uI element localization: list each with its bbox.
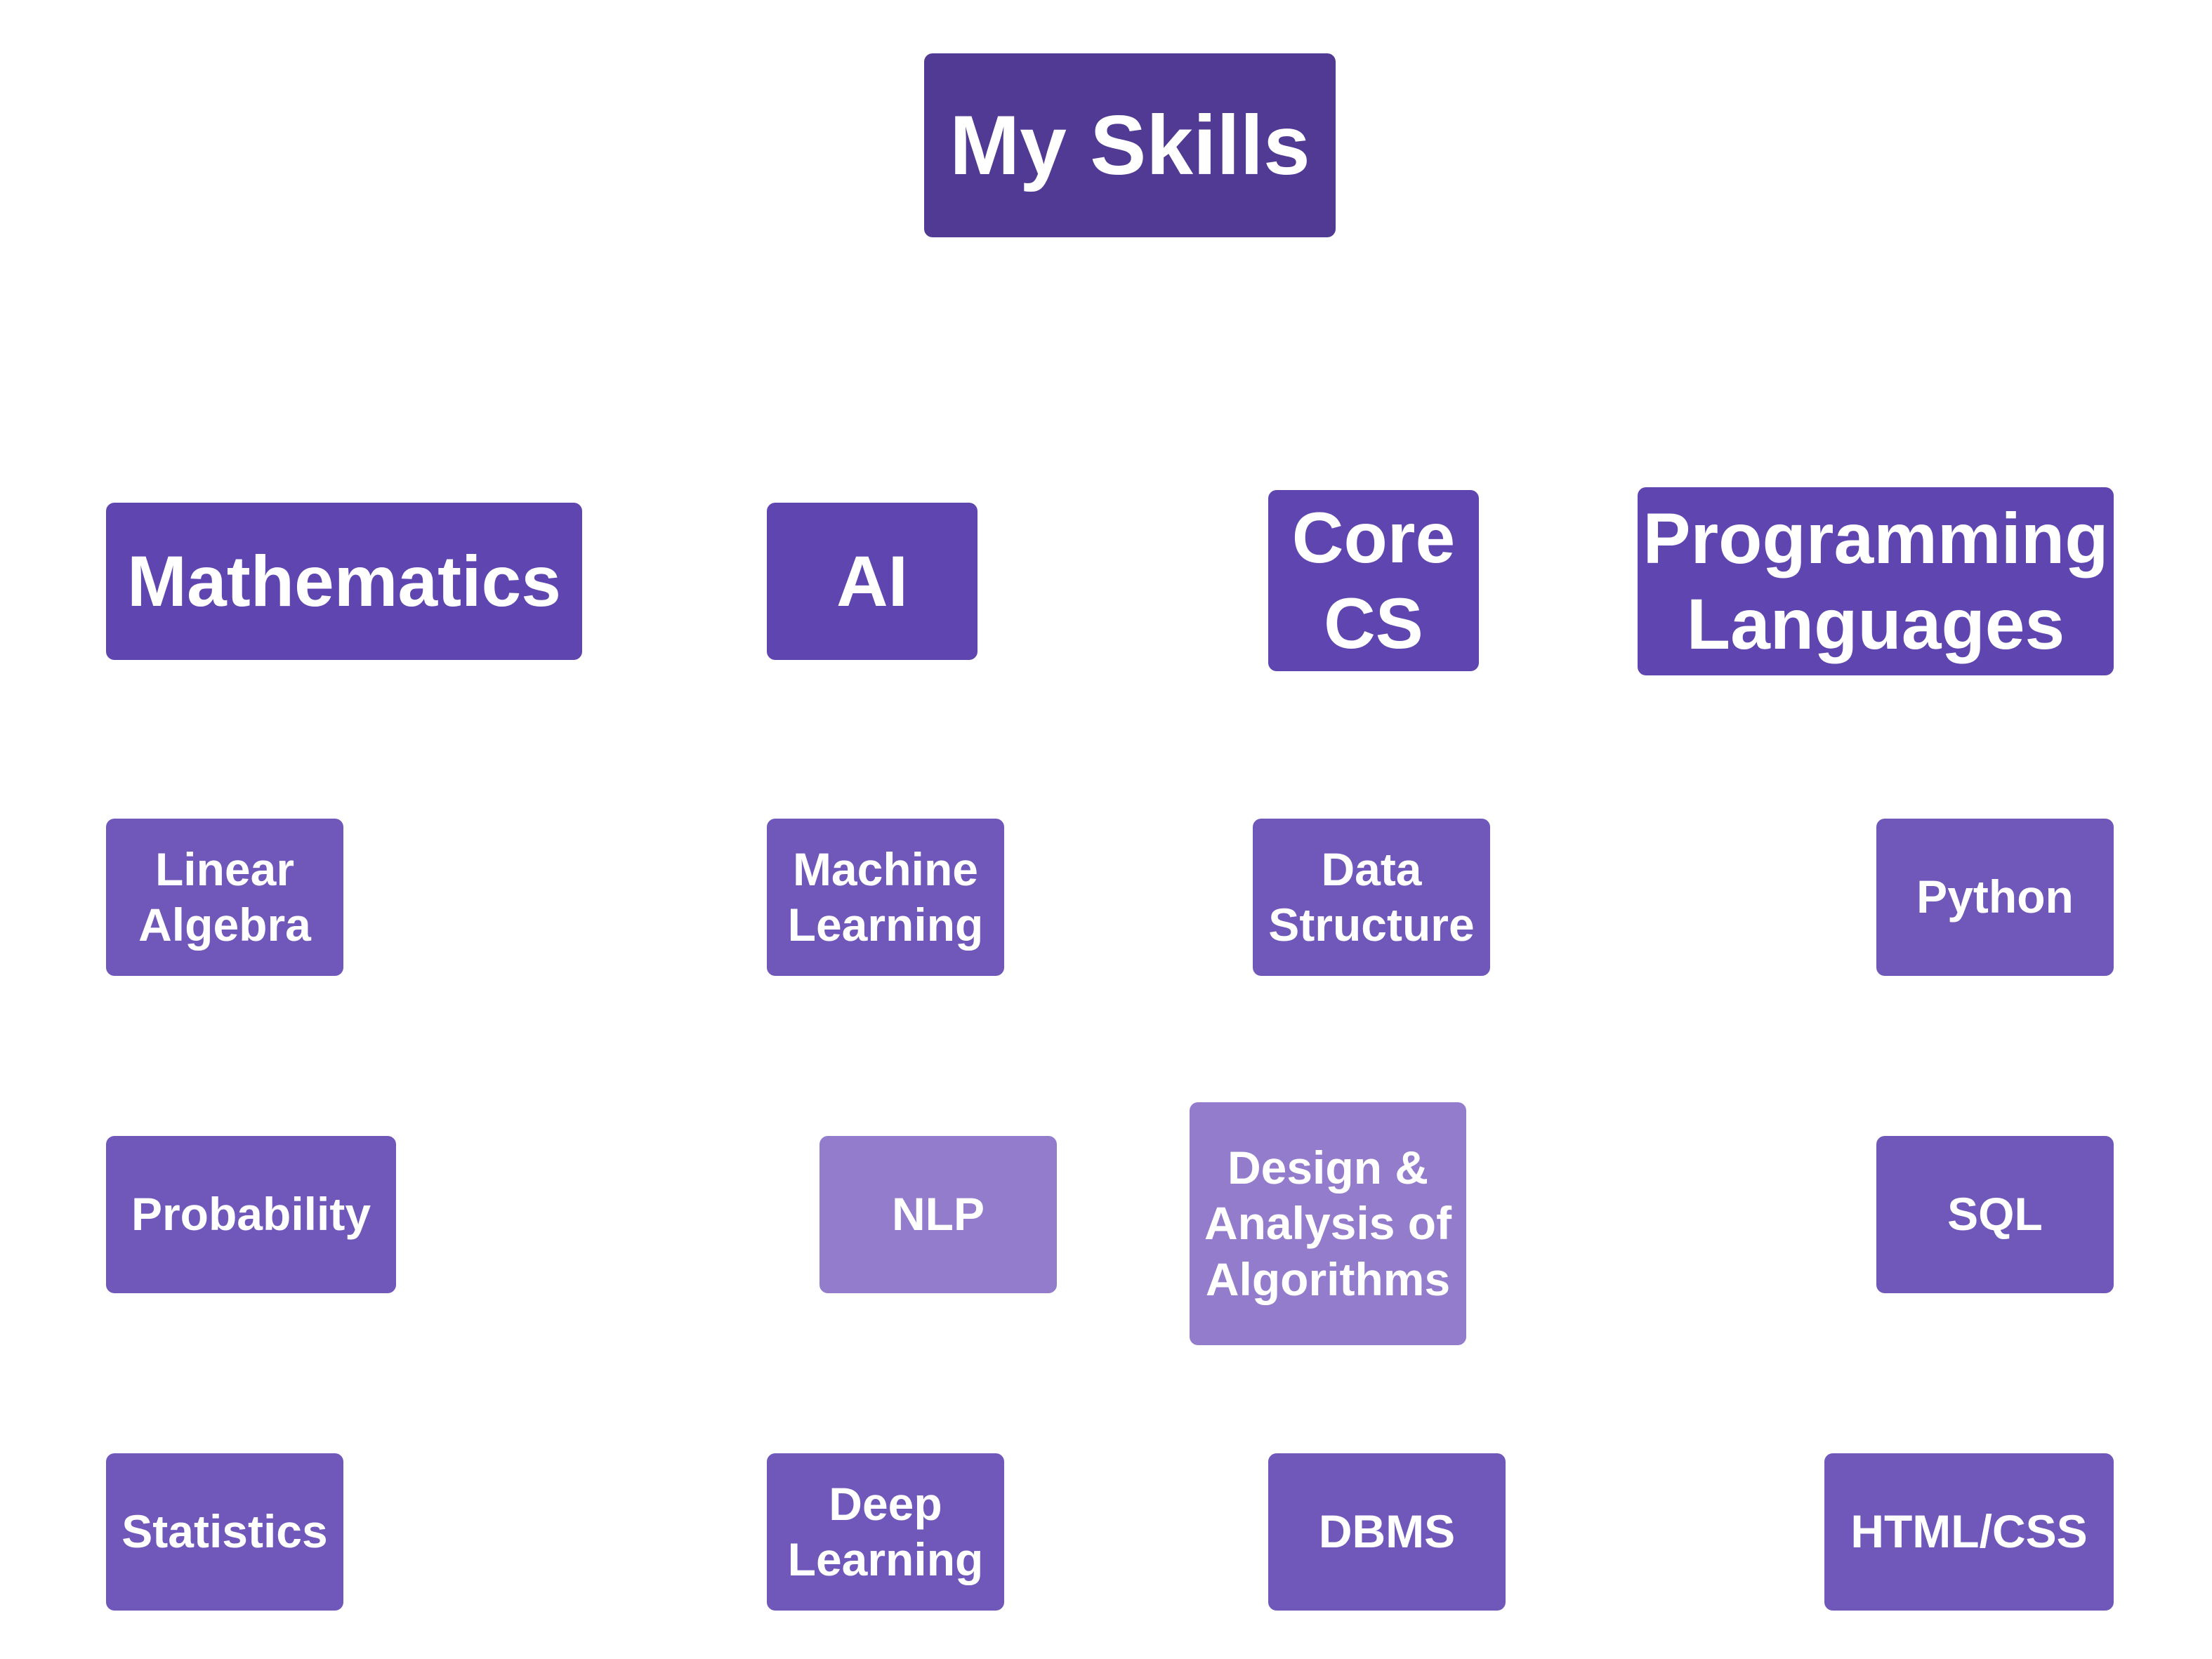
skill-node-design-analysis-algorithms: Design & Analysis of Algorithms [1190, 1102, 1466, 1345]
skill-node-html-css: HTML/CSS [1824, 1453, 2114, 1611]
skill-node-deep-learning: Deep Learning [767, 1453, 1004, 1611]
skill-node-sql: SQL [1876, 1136, 2114, 1293]
skill-node-nlp: NLP [819, 1136, 1057, 1293]
category-node-mathematics: Mathematics [106, 503, 582, 660]
skill-node-data-structure: Data Structure [1253, 819, 1490, 976]
category-node-ai: AI [767, 503, 977, 660]
skill-node-machine-learning: Machine Learning [767, 819, 1004, 976]
skill-node-dbms: DBMS [1268, 1453, 1506, 1611]
root-node-my-skills: My Skills [924, 53, 1336, 237]
skill-node-python: Python [1876, 819, 2114, 976]
skill-node-probability: Probability [106, 1136, 396, 1293]
skill-node-linear-algebra: Linear Algebra [106, 819, 343, 976]
category-node-programming-languages: Programming Languages [1638, 487, 2114, 675]
skill-node-statistics: Statistics [106, 1453, 343, 1611]
category-node-core-cs: Core CS [1268, 490, 1479, 671]
